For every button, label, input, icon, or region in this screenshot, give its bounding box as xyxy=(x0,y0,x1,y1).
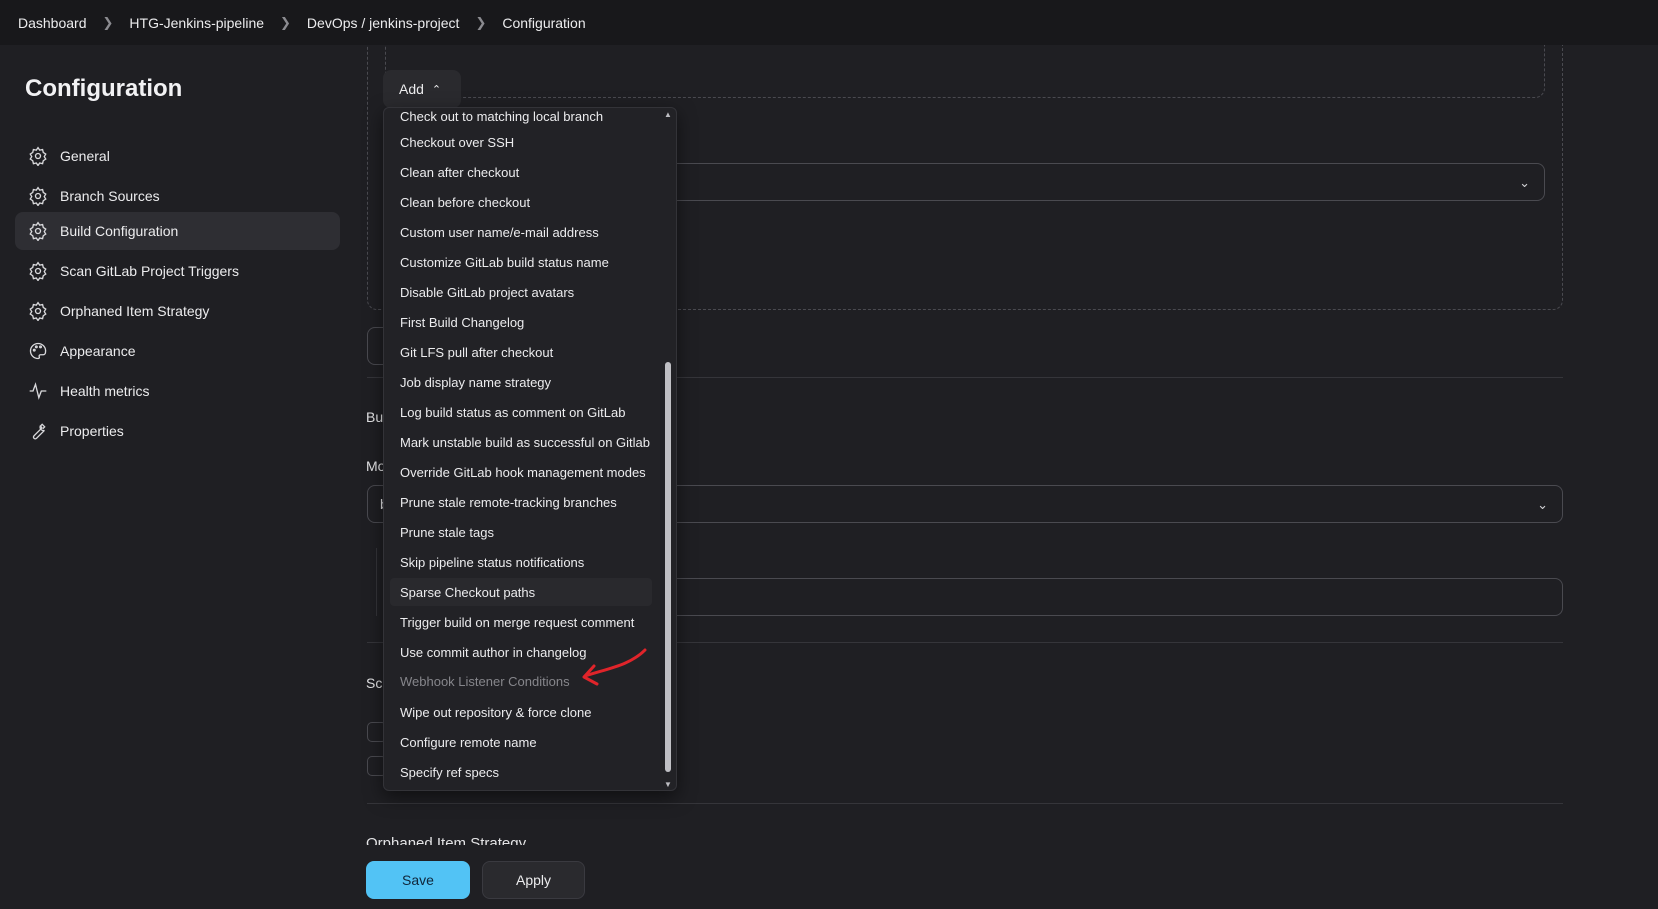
save-button[interactable]: Save xyxy=(366,861,470,899)
section-heading-orphaned: Orphaned Item Strategy xyxy=(366,835,527,845)
menu-item[interactable]: Disable GitLab project avatars xyxy=(390,278,652,306)
sidebar-item-label: Orphaned Item Strategy xyxy=(60,303,210,319)
menu-item[interactable]: Prune stale remote-tracking branches xyxy=(390,488,652,516)
sidebar-item-label: Properties xyxy=(60,423,124,439)
chevron-right-icon: ❯ xyxy=(475,14,487,30)
gear-icon xyxy=(27,260,49,282)
menu-item[interactable]: Custom user name/e-mail address xyxy=(390,218,652,246)
menu-item[interactable]: Specify ref specs xyxy=(390,758,652,786)
sidebar-item-general[interactable]: General xyxy=(15,137,340,175)
sidebar-item-orphaned-item-strategy[interactable]: Orphaned Item Strategy xyxy=(15,292,340,330)
menu-item[interactable]: Customize GitLab build status name xyxy=(390,248,652,276)
pulse-icon xyxy=(27,380,49,402)
menu-item[interactable]: Prune stale tags xyxy=(390,518,652,546)
menu-item-hovered[interactable]: Sparse Checkout paths xyxy=(390,578,652,606)
menu-item[interactable]: First Build Changelog xyxy=(390,308,652,336)
chevron-down-icon: ⌄ xyxy=(1519,175,1530,190)
menu-item[interactable]: Mark unstable build as successful on Git… xyxy=(390,428,652,456)
page-title: Configuration xyxy=(25,75,183,102)
gear-icon xyxy=(27,220,49,242)
add-dropdown-menu: Check out to matching local branch Check… xyxy=(383,107,677,791)
section-heading-build: Bu xyxy=(366,409,384,425)
dropdown-scrollbar[interactable]: ▲ ▼ xyxy=(663,108,673,790)
sidebar-item-label: Scan GitLab Project Triggers xyxy=(60,263,239,279)
sidebar-item-label: General xyxy=(60,148,110,164)
scroll-down-arrow-icon[interactable]: ▼ xyxy=(664,780,672,789)
add-button[interactable]: Add ⌃ xyxy=(383,70,461,108)
menu-item[interactable]: Wipe out repository & force clone xyxy=(390,698,652,726)
gear-icon xyxy=(27,145,49,167)
sidebar-item-label: Branch Sources xyxy=(60,188,160,204)
behavior-select[interactable]: ⌄ xyxy=(640,163,1545,201)
menu-item[interactable]: Override GitLab hook management modes xyxy=(390,458,652,486)
breadcrumb-project[interactable]: DevOps / jenkins-project xyxy=(307,15,460,31)
menu-item[interactable]: Clean after checkout xyxy=(390,158,652,186)
script-path-input[interactable] xyxy=(640,578,1563,616)
gear-icon xyxy=(27,185,49,207)
menu-item[interactable]: Skip pipeline status notifications xyxy=(390,548,652,576)
sidebar-item-label: Appearance xyxy=(60,343,136,359)
breadcrumb-pipeline[interactable]: HTG-Jenkins-pipeline xyxy=(129,15,264,31)
sidebar-item-health-metrics[interactable]: Health metrics xyxy=(15,372,340,410)
chevron-up-icon: ⌃ xyxy=(431,83,442,96)
chevron-right-icon: ❯ xyxy=(280,14,291,30)
menu-item[interactable]: Trigger build on merge request comment xyxy=(390,608,652,636)
sidebar-item-scan-triggers[interactable]: Scan GitLab Project Triggers xyxy=(15,252,340,290)
chevron-right-icon: ❯ xyxy=(102,14,114,30)
apply-button[interactable]: Apply xyxy=(482,861,585,899)
gear-icon xyxy=(27,300,49,322)
bottom-action-bar xyxy=(0,845,1658,909)
menu-item[interactable]: Check out to matching local branch xyxy=(390,108,652,130)
breadcrumb-configuration[interactable]: Configuration xyxy=(502,15,585,31)
breadcrumb: Dashboard ❯ HTG-Jenkins-pipeline ❯ DevOp… xyxy=(0,0,1658,45)
menu-item[interactable]: Use commit author in changelog xyxy=(390,638,652,666)
add-button-label: Add xyxy=(399,81,424,97)
sidebar: Configuration General Branch Sources Bui… xyxy=(0,45,350,909)
menu-item[interactable]: Job display name strategy xyxy=(390,368,652,396)
menu-item[interactable]: Clean before checkout xyxy=(390,188,652,216)
menu-item-disabled: Webhook Listener Conditions xyxy=(400,673,570,689)
sidebar-item-build-configuration[interactable]: Build Configuration xyxy=(15,212,340,250)
menu-item[interactable]: Configure remote name xyxy=(390,728,652,756)
scroll-up-arrow-icon[interactable]: ▲ xyxy=(664,110,672,119)
chevron-down-icon: ⌄ xyxy=(1537,497,1548,512)
sidebar-item-label: Build Configuration xyxy=(60,223,179,239)
menu-item[interactable]: Log build status as comment on GitLab xyxy=(390,398,652,426)
sidebar-item-label: Health metrics xyxy=(60,383,150,399)
wrench-icon xyxy=(27,420,49,442)
menu-item[interactable]: Checkout over SSH xyxy=(390,128,652,156)
sidebar-item-branch-sources[interactable]: Branch Sources xyxy=(15,177,340,215)
nested-indent-line xyxy=(376,548,377,616)
menu-item[interactable]: Git LFS pull after checkout xyxy=(390,338,652,366)
breadcrumb-dashboard[interactable]: Dashboard xyxy=(18,15,87,31)
divider xyxy=(367,803,1563,804)
sidebar-item-properties[interactable]: Properties xyxy=(15,412,340,450)
palette-icon xyxy=(27,340,49,362)
sidebar-item-appearance[interactable]: Appearance xyxy=(15,332,340,370)
scrollbar-thumb[interactable] xyxy=(665,362,671,772)
